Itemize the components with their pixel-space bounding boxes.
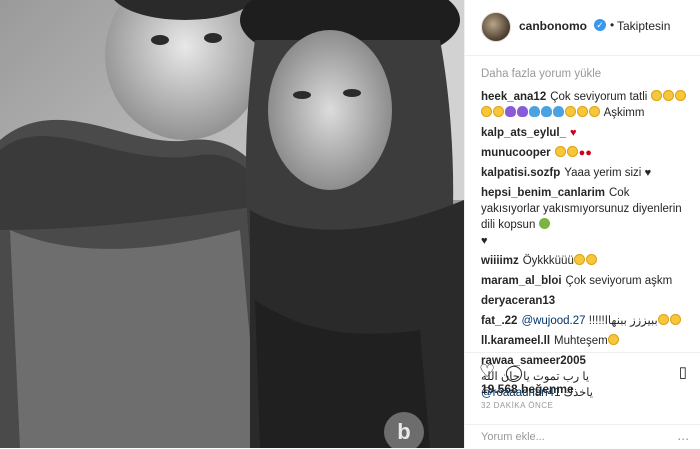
photo-image <box>0 0 464 448</box>
comment-username[interactable]: kalp_ats_eylul_ <box>481 127 566 139</box>
heart-outline-icon[interactable]: ♡ <box>479 361 495 382</box>
heart-eyes-emoji-icon <box>573 254 585 265</box>
laughing-emoji-icon <box>669 314 681 325</box>
more-options-icon[interactable]: ... <box>677 427 689 443</box>
purple-heart-icon <box>517 106 528 117</box>
post-side-panel: canbonomo ✓ • Takiptesin Daha fazla yoru… <box>464 0 700 448</box>
blue-heart-icon <box>541 106 552 117</box>
comment-icon[interactable]: ◯ <box>505 363 523 383</box>
heart-eyes-emoji-icon <box>577 106 588 117</box>
comment-username[interactable]: munucooper <box>481 147 551 159</box>
comment-text: Çok seviyorum aşkm <box>565 275 673 287</box>
heart-eyes-emoji-icon <box>585 254 597 265</box>
watermark-logo: b <box>384 412 424 448</box>
post-actions-bar: ♡ ◯ ▯ <box>465 352 700 382</box>
post-photo[interactable]: b <box>0 0 464 448</box>
comment-composer: Yorum ekle... ... <box>465 424 700 449</box>
blue-heart-icon <box>529 106 540 117</box>
black-heart-icon: ♥ <box>481 235 488 247</box>
comment-text: Öykkküüü <box>522 255 574 267</box>
post-header: canbonomo ✓ • Takiptesin <box>465 0 700 56</box>
smile-emoji-icon <box>493 106 504 117</box>
smile-emoji-icon <box>662 90 674 101</box>
mention-link[interactable]: @wujood.27 <box>521 315 585 327</box>
nauseated-emoji-icon <box>538 218 550 229</box>
separator-dot: • <box>610 18 615 32</box>
smile-emoji-icon <box>481 106 492 117</box>
heart-eyes-emoji-icon <box>565 106 576 117</box>
verified-badge-icon: ✓ <box>594 19 606 31</box>
comment: wiiiimz Öykkküüü <box>481 253 689 269</box>
smile-emoji-icon <box>650 90 662 101</box>
laughing-emoji-icon <box>657 314 669 325</box>
comment-text: Muhteşem <box>554 335 608 347</box>
heart-eyes-emoji-icon <box>607 334 619 345</box>
bookmark-icon[interactable]: ▯ <box>679 363 687 381</box>
heart-eyes-emoji-icon <box>589 106 600 117</box>
comment-username[interactable]: deryaceran13 <box>481 295 555 307</box>
avatar[interactable] <box>481 12 511 42</box>
comment: kalpatisi.sozfp Yaaa yerim sizi ♥ <box>481 165 689 181</box>
comment-input[interactable]: Yorum ekle... <box>481 431 545 443</box>
comment: maram_al_bloi Çok seviyorum aşkm <box>481 273 689 289</box>
purple-heart-icon <box>505 106 516 117</box>
comment-text: !!!!!ببيززز ببنهاا <box>588 315 658 327</box>
comment-username[interactable]: wiiiimz <box>481 255 519 267</box>
blue-heart-icon <box>553 106 564 117</box>
comment-text: Yaaa yerim sizi <box>564 167 642 179</box>
comment: ll.karameel.ll Muhteşem <box>481 333 689 349</box>
likes-count[interactable]: 19.568 beğenme <box>481 382 574 396</box>
comment: fat_.22 @wujood.27 !!!!!ببيززز ببنهاا <box>481 313 689 329</box>
comment-username[interactable]: heek_ana12 <box>481 91 546 103</box>
comment: deryaceran13 <box>481 293 689 309</box>
comment: hepsi_benim_canlarim Cok yakısıyorlar yak… <box>481 185 689 249</box>
comment-text: Çok seviyorum tatli <box>550 91 648 103</box>
black-heart-icon: ♥ <box>644 167 652 179</box>
heart-eyes-emoji-icon <box>566 146 578 157</box>
follow-status[interactable]: Takiptesin <box>617 19 670 33</box>
comment: heek_ana12 Çok seviyorum tatli Aşkimm <box>481 89 689 121</box>
load-more-comments-link[interactable]: Daha fazla yorum yükle <box>481 66 689 82</box>
heart-eyes-emoji-icon <box>554 146 566 157</box>
comment: munucooper ●● <box>481 145 689 161</box>
comment-username[interactable]: kalpatisi.sozfp <box>481 167 560 179</box>
comment-trail-text: Aşkimm <box>603 107 645 119</box>
smile-emoji-icon <box>674 90 686 101</box>
post-timestamp[interactable]: 32 DAKİKA ÖNCE <box>481 401 553 410</box>
comment-username[interactable]: ll.karameel.ll <box>481 335 550 347</box>
comment-username[interactable]: maram_al_bloi <box>481 275 562 287</box>
balloon-icon: ● <box>585 147 592 159</box>
username-link[interactable]: canbonomo <box>519 19 587 33</box>
comment-username[interactable]: hepsi_benim_canlarim <box>481 187 605 199</box>
comment-username[interactable]: fat_.22 <box>481 315 517 327</box>
red-heart-icon: ♥ <box>570 127 577 139</box>
comment: kalp_ats_eylul_ ♥ <box>481 125 689 141</box>
